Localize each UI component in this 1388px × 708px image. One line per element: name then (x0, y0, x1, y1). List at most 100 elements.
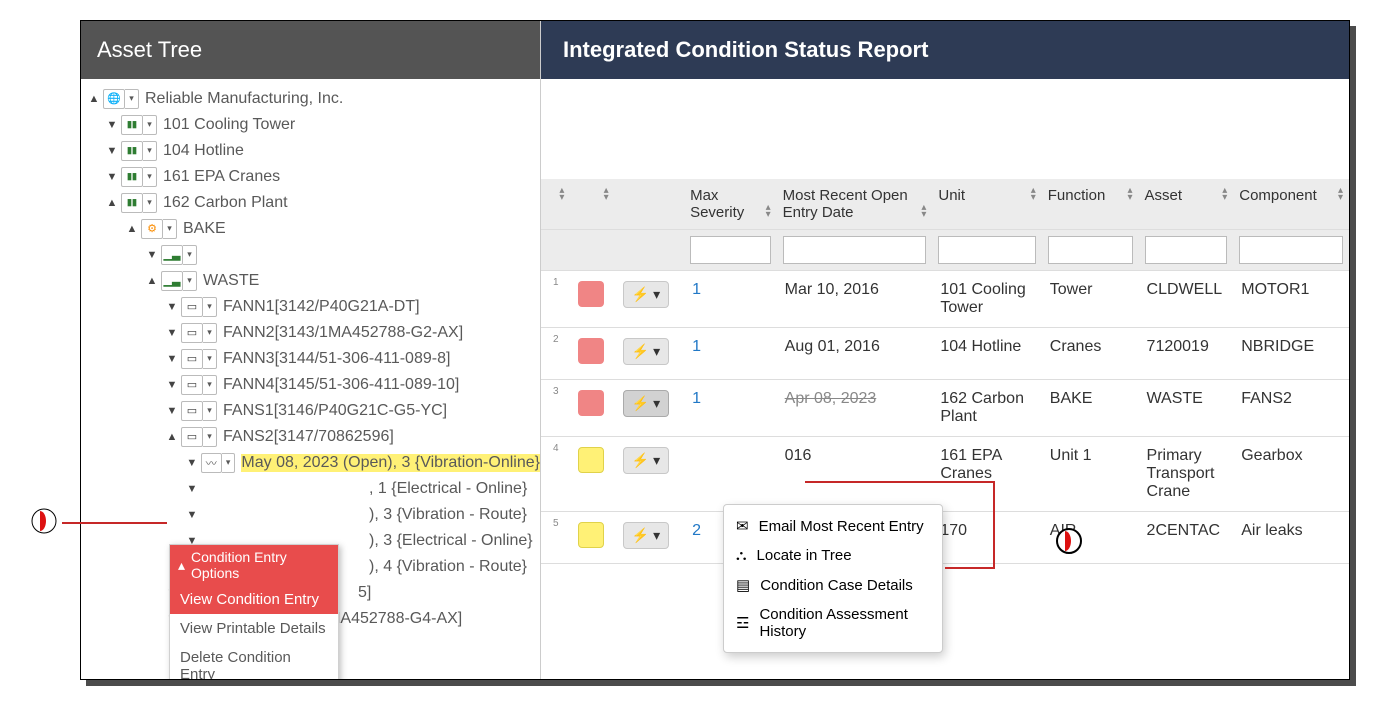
caret-icon[interactable]: ▲ (105, 197, 119, 209)
tree-component[interactable]: FANN3[3144/51-306-411-089-8] (223, 350, 450, 368)
tree-unit[interactable]: 101 Cooling Tower (163, 116, 295, 134)
menu-email-entry[interactable]: ✉Email Most Recent Entry (724, 511, 942, 541)
filter-open-date[interactable] (783, 236, 927, 264)
row-action-button[interactable]: ⚡▾ (623, 390, 669, 417)
table-row: 3⚡▾1Apr 08, 2023162 Carbon PlantBAKEWAST… (541, 380, 1349, 437)
sort-icon[interactable]: ▴▾ (1031, 187, 1036, 201)
chevron-down-icon[interactable]: ▾ (125, 89, 139, 109)
row-action-button[interactable]: ⚡▾ (623, 447, 669, 474)
tree-component[interactable]: FANS2[3147/70862596] (223, 428, 394, 446)
filter-unit[interactable] (938, 236, 1035, 264)
chevron-down-icon[interactable]: ▾ (183, 271, 197, 291)
sort-icon[interactable]: ▴▾ (1338, 187, 1343, 201)
chevron-down-icon[interactable]: ▾ (143, 115, 157, 135)
caret-icon[interactable]: ▼ (185, 457, 199, 469)
tree-unit[interactable]: 162 Carbon Plant (163, 194, 288, 212)
caret-icon[interactable]: ▼ (165, 353, 179, 365)
caret-icon[interactable]: ▼ (185, 483, 199, 495)
col-max-severity[interactable]: Max Severity▴▾ (684, 179, 777, 230)
caret-icon[interactable]: ▲ (87, 93, 101, 105)
menu-delete-condition-entry[interactable]: Delete Condition Entry (170, 643, 338, 679)
sort-icon[interactable]: ▴▾ (921, 204, 926, 218)
col-component[interactable]: Component▴▾ (1233, 179, 1349, 230)
filter-max-severity[interactable] (690, 236, 771, 264)
caret-icon[interactable]: ▼ (165, 301, 179, 313)
chevron-down-icon[interactable]: ▾ (203, 349, 217, 369)
tree-root-label[interactable]: Reliable Manufacturing, Inc. (145, 90, 343, 108)
caret-icon[interactable]: ▼ (105, 119, 119, 131)
tree-function[interactable]: BAKE (183, 220, 226, 238)
condition-entry-partial[interactable]: , 1 {Electrical - Online} (369, 480, 527, 498)
caret-icon[interactable]: ▼ (165, 379, 179, 391)
caret-icon[interactable]: ▼ (105, 171, 119, 183)
col-rownum[interactable]: ▴▾ (541, 179, 570, 230)
tree-unit[interactable]: 104 Hotline (163, 142, 244, 160)
condition-entry-partial[interactable]: ), 3 {Vibration - Route} (369, 506, 527, 524)
caret-icon[interactable]: ▼ (105, 145, 119, 157)
chevron-down-icon[interactable]: ▾ (203, 401, 217, 421)
menu-view-printable-details[interactable]: View Printable Details (170, 614, 338, 643)
sort-icon[interactable]: ▴▾ (1128, 187, 1133, 201)
sort-icon[interactable]: ▴▾ (559, 187, 564, 201)
annotation-line (993, 481, 995, 569)
report-panel: Integrated Condition Status Report ▴▾ ▴▾… (541, 21, 1349, 679)
condition-entry-label[interactable]: May 08, 2023 (Open), 3 {Vibration-Online… (241, 454, 540, 472)
row-action-menu[interactable]: ✉Email Most Recent Entry ⛬Locate in Tree… (723, 504, 943, 653)
filter-component[interactable] (1239, 236, 1343, 264)
row-action-button[interactable]: ⚡▾ (623, 338, 669, 365)
caret-icon[interactable]: ▼ (185, 509, 199, 521)
col-severity-chip[interactable]: ▴▾ (570, 179, 614, 230)
menu-assessment-history[interactable]: ☲Condition Assessment History (724, 600, 942, 646)
context-menu[interactable]: ▴Condition Entry Options View Condition … (169, 544, 339, 679)
asset-tree[interactable]: ▲ 🌐 ▾ Reliable Manufacturing, Inc. ▼ ▮▮ … (81, 79, 540, 679)
menu-locate-in-tree[interactable]: ⛬Locate in Tree (724, 541, 942, 570)
caret-icon[interactable]: ▼ (145, 249, 159, 261)
col-unit[interactable]: Unit▴▾ (932, 179, 1041, 230)
condition-entry-partial[interactable]: ), 3 {Electrical - Online} (369, 532, 533, 550)
condition-entry-partial[interactable]: ), 4 {Vibration - Route} (369, 558, 527, 576)
chevron-down-icon[interactable]: ▾ (143, 193, 157, 213)
chevron-down-icon[interactable]: ▾ (163, 219, 177, 239)
tree-component[interactable]: FANN1[3142/P40G21A-DT] (223, 298, 420, 316)
filter-asset[interactable] (1145, 236, 1228, 264)
caret-icon[interactable]: ▼ (165, 405, 179, 417)
col-asset[interactable]: Asset▴▾ (1139, 179, 1234, 230)
chevron-down-icon[interactable]: ▾ (203, 297, 217, 317)
chevron-down-icon[interactable]: ▾ (183, 245, 197, 265)
col-open-date[interactable]: Most Recent Open Entry Date▴▾ (777, 179, 933, 230)
caret-icon[interactable]: ▲ (125, 223, 139, 235)
component-icon: ▭ (181, 375, 203, 395)
caret-icon[interactable]: ▲ (165, 431, 179, 443)
chevron-down-icon[interactable]: ▾ (203, 427, 217, 447)
row-action-button[interactable]: ⚡▾ (623, 522, 669, 549)
tree-unit[interactable]: 161 EPA Cranes (163, 168, 280, 186)
chevron-down-icon[interactable]: ▾ (143, 141, 157, 161)
function-cell: Tower (1042, 271, 1139, 328)
chevron-down-icon[interactable]: ▾ (222, 453, 236, 473)
row-action-button[interactable]: ⚡▾ (623, 281, 669, 308)
tree-component[interactable]: FANS1[3146/P40G21C-G5-YC] (223, 402, 447, 420)
severity-link[interactable]: 1 (692, 338, 701, 355)
filter-function[interactable] (1048, 236, 1133, 264)
menu-condition-case-details[interactable]: ▤Condition Case Details (724, 570, 942, 600)
chevron-down-icon[interactable]: ▾ (143, 167, 157, 187)
caret-icon[interactable]: ▼ (165, 327, 179, 339)
severity-link[interactable]: 2 (692, 522, 701, 539)
severity-link[interactable]: 1 (692, 281, 701, 298)
tree-asset[interactable]: WASTE (203, 272, 259, 290)
tree-component-partial[interactable]: 5] (358, 584, 371, 602)
chevron-down-icon[interactable]: ▾ (203, 323, 217, 343)
tree-component[interactable]: FANN2[3143/1MA452788-G2-AX] (223, 324, 463, 342)
sort-icon[interactable]: ▴▾ (1222, 187, 1227, 201)
tree-component[interactable]: FANN4[3145/51-306-411-089-10] (223, 376, 459, 394)
chevron-down-icon[interactable]: ▾ (203, 375, 217, 395)
severity-cell (570, 512, 614, 564)
sort-icon[interactable]: ▴▾ (766, 204, 771, 218)
severity-link[interactable]: 1 (692, 390, 701, 407)
sort-icon[interactable]: ▴▾ (604, 187, 609, 201)
col-function[interactable]: Function▴▾ (1042, 179, 1139, 230)
asset-tree-title: Asset Tree (81, 21, 540, 79)
chevron-down-icon: ▾ (653, 286, 660, 303)
caret-icon[interactable]: ▲ (145, 275, 159, 287)
menu-view-condition-entry[interactable]: View Condition Entry (170, 585, 338, 614)
